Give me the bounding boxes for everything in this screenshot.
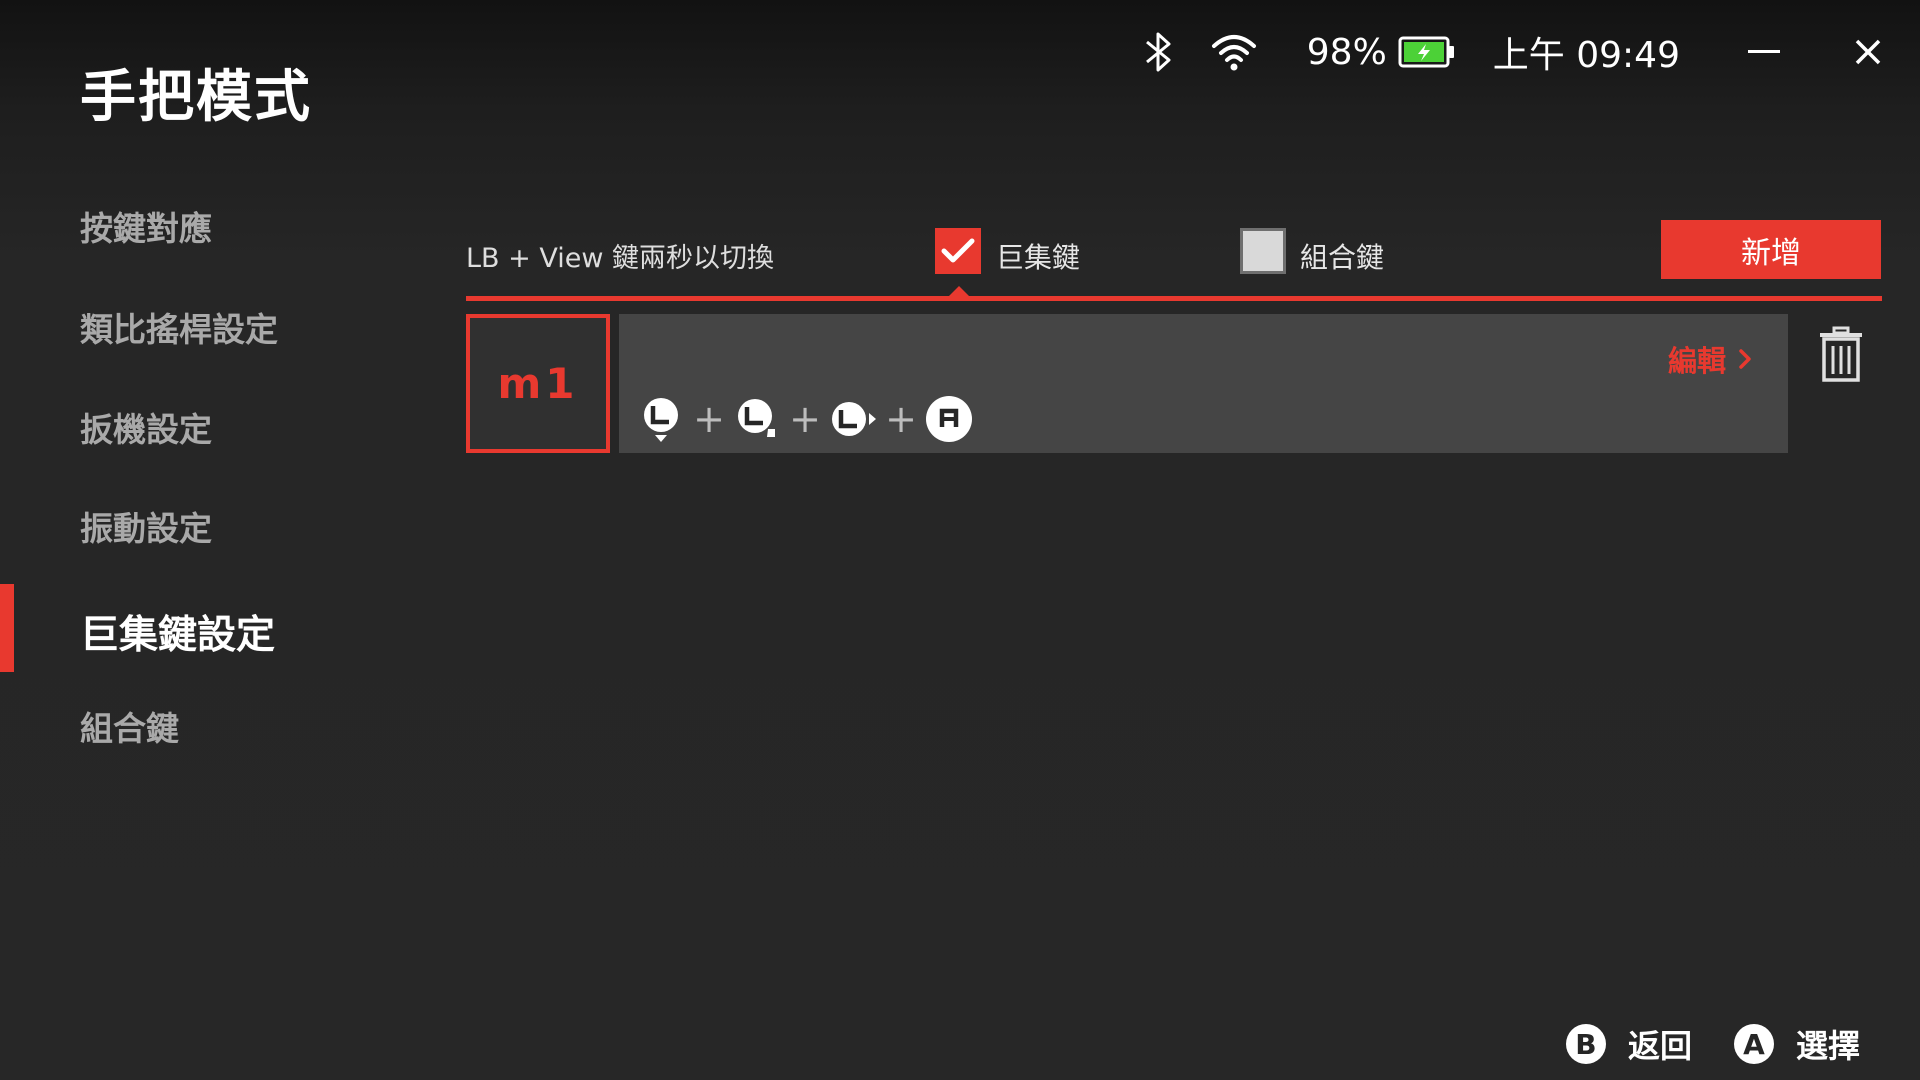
sidebar-item-button-mapping[interactable]: 按鍵對應	[80, 202, 212, 250]
sidebar-item-analog-stick[interactable]: 類比搖桿設定	[80, 303, 278, 351]
delete-button[interactable]	[1818, 326, 1864, 382]
left-stick-down-right-icon	[733, 395, 781, 443]
add-button[interactable]: 新增	[1661, 220, 1881, 279]
plus-sign: +	[789, 397, 821, 441]
bottom-hints: B 返回 A 選擇	[1565, 1014, 1860, 1074]
macro-sequence: + + +	[637, 396, 973, 442]
sidebar-item-vibration[interactable]: 振動設定	[80, 502, 212, 550]
bluetooth-icon	[1139, 27, 1179, 77]
switch-hint: LB + View 鍵兩秒以切換	[466, 243, 775, 274]
close-icon	[1855, 39, 1881, 65]
edit-label: 編輯	[1667, 344, 1726, 378]
select-hint[interactable]: 選擇	[1796, 1021, 1860, 1067]
battery-percent: 98%	[1306, 31, 1387, 73]
sidebar-item-trigger[interactable]: 扳機設定	[80, 403, 212, 451]
combo-checkbox[interactable]	[1240, 228, 1286, 274]
clock: 上午 09:49	[1492, 35, 1680, 76]
combo-option-label[interactable]: 組合鍵	[1300, 236, 1384, 276]
macro-row[interactable]: 編輯 + + +	[619, 314, 1788, 453]
close-button[interactable]	[1846, 30, 1890, 74]
page-title: 手把模式	[80, 65, 312, 130]
status-bar: 98% 上午 09:49	[1139, 24, 1890, 80]
wifi-icon	[1209, 27, 1259, 77]
plus-sign: +	[693, 397, 725, 441]
b-button-icon: B	[1565, 1024, 1606, 1064]
a-button-icon: A	[1733, 1024, 1774, 1064]
plus-sign: +	[885, 397, 917, 441]
chevron-right-icon	[1738, 348, 1752, 370]
macro-option-label[interactable]: 巨集鍵	[996, 236, 1080, 276]
trash-icon	[1820, 326, 1862, 382]
tab-underline	[466, 296, 1882, 301]
minimize-button[interactable]	[1742, 30, 1786, 74]
sidebar-item-macro[interactable]: 巨集鍵設定	[80, 604, 275, 660]
left-stick-down-icon	[637, 395, 685, 443]
left-stick-right-icon	[829, 395, 877, 443]
edit-link[interactable]: 編輯	[1668, 338, 1752, 380]
back-hint[interactable]: 返回	[1628, 1021, 1692, 1067]
sidebar-item-combo[interactable]: 組合鍵	[80, 702, 179, 750]
a-button-icon	[925, 395, 973, 443]
macro-slot-m1[interactable]: m1	[466, 314, 610, 453]
active-indicator	[0, 584, 14, 672]
macro-checkbox[interactable]	[935, 228, 981, 274]
battery-charging-icon	[1397, 32, 1457, 72]
checkmark-icon	[941, 238, 975, 263]
